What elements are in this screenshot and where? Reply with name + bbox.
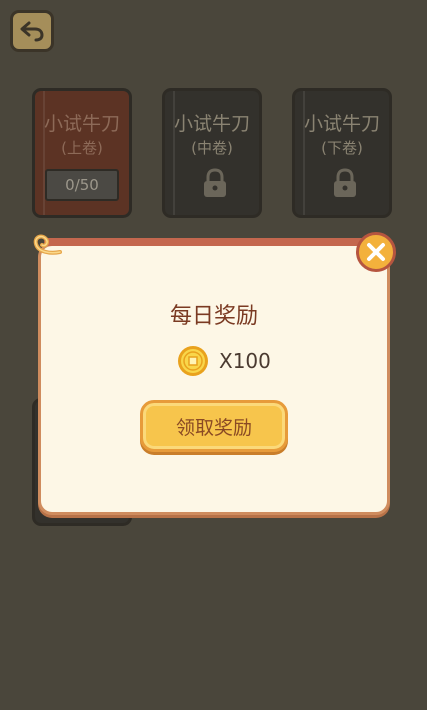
level-book-1[interactable]: 小试牛刀 (上卷) 0/50 bbox=[32, 88, 132, 218]
level-title: 小试牛刀 bbox=[303, 113, 380, 135]
level-volume: (上卷) bbox=[61, 139, 103, 157]
level-title: 小试牛刀 bbox=[43, 113, 120, 135]
close-button[interactable] bbox=[356, 232, 396, 272]
daily-reward-dialog bbox=[38, 243, 390, 515]
coin-icon bbox=[178, 346, 208, 376]
level-book-2[interactable]: 小试牛刀 (中卷) bbox=[162, 88, 262, 218]
level-title: 小试牛刀 bbox=[173, 113, 250, 135]
lock-icon bbox=[204, 168, 226, 197]
reward-amount: X100 bbox=[219, 349, 271, 373]
ornament-swirl-icon bbox=[33, 234, 62, 255]
close-icon bbox=[367, 243, 385, 261]
level-volume: (下卷) bbox=[321, 139, 363, 157]
level-volume: (中卷) bbox=[191, 139, 233, 157]
claim-reward-button[interactable]: 领取奖励 bbox=[140, 400, 288, 452]
back-button[interactable] bbox=[10, 10, 54, 52]
dialog-title: 每日奖励 bbox=[169, 304, 258, 329]
lock-icon bbox=[334, 168, 356, 197]
level-progress: 0/50 bbox=[45, 169, 119, 201]
back-arrow-icon bbox=[20, 21, 44, 42]
dialog-top-bar bbox=[44, 238, 366, 246]
level-book-3[interactable]: 小试牛刀 (下卷) bbox=[292, 88, 392, 218]
